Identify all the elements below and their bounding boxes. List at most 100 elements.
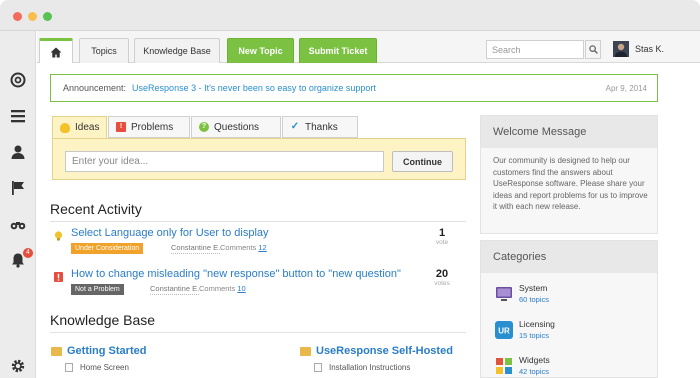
vote-label: vote xyxy=(435,239,449,246)
sidebar-logo[interactable] xyxy=(0,62,36,98)
activity-title-link[interactable]: How to change misleading "new response" … xyxy=(71,268,401,280)
category-count: 15 topics xyxy=(519,331,550,340)
welcome-title: Welcome Message xyxy=(481,116,657,148)
sidebar-users[interactable] xyxy=(0,134,36,170)
kb-article-title: Home Screen xyxy=(80,363,129,372)
knowledge-base-title: Knowledge Base xyxy=(50,312,156,328)
kb-category-link[interactable]: UseResponse Self-Hosted xyxy=(300,345,453,357)
sidebar-settings[interactable] xyxy=(0,348,36,378)
home-icon xyxy=(50,47,62,57)
announcement-date: Apr 9, 2014 xyxy=(605,83,647,93)
comments-number: 12 xyxy=(258,243,267,252)
status-badge[interactable]: Not a Problem xyxy=(71,284,124,295)
folder-icon xyxy=(51,346,62,356)
comments-number: 10 xyxy=(237,284,246,293)
sidebar-notifications[interactable]: 4 xyxy=(0,242,36,278)
vote-count: 20 xyxy=(435,268,449,280)
lightbulb-icon xyxy=(54,231,63,241)
category-count: 42 topics xyxy=(519,367,550,376)
new-topic-button[interactable]: New Topic xyxy=(227,38,294,63)
comments-count[interactable]: Comments 12 xyxy=(220,243,267,253)
vote-counter[interactable]: 20 votes xyxy=(430,268,454,287)
notification-badge: 4 xyxy=(23,248,33,258)
maximize-window-button[interactable] xyxy=(43,12,52,21)
menu-icon xyxy=(11,110,25,123)
category-item[interactable]: UR Licensing 15 topics xyxy=(495,317,655,353)
svg-text:UR: UR xyxy=(498,327,510,336)
announcement-bar: Announcement: UseResponse 3 - It's never… xyxy=(50,74,658,102)
tab-home[interactable] xyxy=(39,38,73,63)
continue-button[interactable]: Continue xyxy=(392,151,453,172)
activity-title-link[interactable]: Select Language only for User to display xyxy=(71,227,269,239)
author-link[interactable]: Constantine E. xyxy=(150,284,200,295)
app-window: 4 Topics Knowledge Base New Topic Submit… xyxy=(0,0,700,378)
tab-knowledge-base[interactable]: Knowledge Base xyxy=(134,38,220,63)
left-sidebar: 4 xyxy=(0,31,36,378)
category-name: Licensing xyxy=(519,319,555,329)
composer-tab-label: Thanks xyxy=(305,121,338,133)
announcement-link[interactable]: UseResponse 3 - It's never been so easy … xyxy=(132,83,376,93)
welcome-panel: Welcome Message Our community is designe… xyxy=(480,115,658,234)
search-input[interactable]: Search xyxy=(486,40,584,59)
document-icon xyxy=(65,363,73,372)
kb-category-name: Getting Started xyxy=(67,345,147,357)
composer-tab-label: Problems xyxy=(131,121,174,133)
search-icon xyxy=(588,45,598,54)
window-titlebar xyxy=(0,0,700,31)
kb-article-link[interactable]: Installation Instructions xyxy=(314,363,410,372)
category-name: Widgets xyxy=(519,355,550,365)
comments-count[interactable]: Comments 10 xyxy=(199,284,246,294)
welcome-text: Our community is designed to help our cu… xyxy=(493,156,648,211)
vote-label: votes xyxy=(434,280,450,287)
author-link[interactable]: Constantine E. xyxy=(171,243,221,254)
sidebar-watch[interactable] xyxy=(0,206,36,242)
username[interactable]: Stas K. xyxy=(635,44,664,54)
sidebar-flags[interactable] xyxy=(0,170,36,206)
composer-tab-ideas[interactable]: Ideas xyxy=(52,116,107,138)
composer-tab-problems[interactable]: ! Problems xyxy=(108,116,190,138)
document-icon xyxy=(314,363,322,372)
flag-icon xyxy=(12,181,24,195)
kb-category-link[interactable]: Getting Started xyxy=(51,345,146,357)
avatar[interactable] xyxy=(613,41,629,57)
category-item[interactable]: Widgets 42 topics xyxy=(495,353,655,378)
status-badge[interactable]: Under Consideration xyxy=(71,243,144,254)
composer-tab-thanks[interactable]: ✓ Thanks xyxy=(282,116,358,138)
activity-item: How to change misleading "new response" … xyxy=(52,268,466,306)
vote-count: 1 xyxy=(438,227,446,239)
composer-tab-label: Ideas xyxy=(75,122,100,133)
category-name: System xyxy=(519,283,548,293)
recent-activity-title: Recent Activity xyxy=(50,201,142,217)
search-button[interactable] xyxy=(585,40,601,59)
kb-article-link[interactable]: Home Screen xyxy=(65,363,129,372)
category-item[interactable]: System 60 topics xyxy=(495,281,655,317)
main-area: Topics Knowledge Base New Topic Submit T… xyxy=(37,31,700,378)
divider xyxy=(50,332,466,333)
idea-input[interactable]: Enter your idea... xyxy=(65,151,384,172)
kb-category-name: UseResponse Self-Hosted xyxy=(316,345,453,357)
categories-title: Categories xyxy=(481,241,657,273)
composer-panel: Enter your idea... Continue xyxy=(52,138,466,180)
divider xyxy=(50,221,466,222)
category-count: 60 topics xyxy=(519,295,550,304)
comments-label: Comments xyxy=(220,243,257,252)
composer-tab-label: Questions xyxy=(214,121,260,133)
minimize-window-button[interactable] xyxy=(28,12,37,21)
exclamation-icon xyxy=(54,272,63,282)
submit-ticket-button[interactable]: Submit Ticket xyxy=(299,38,377,63)
widgets-icon xyxy=(496,358,512,374)
activity-item: Select Language only for User to display… xyxy=(52,227,466,265)
tab-topics[interactable]: Topics xyxy=(79,38,129,63)
logo-icon xyxy=(10,72,26,88)
vote-counter[interactable]: 1 vote xyxy=(430,227,454,246)
sidebar-menu[interactable] xyxy=(0,98,36,134)
binoculars-icon xyxy=(10,222,26,230)
user-icon xyxy=(11,145,25,159)
folder-icon xyxy=(300,346,311,356)
comments-label: Comments xyxy=(199,284,236,293)
kb-article-title: Installation Instructions xyxy=(329,363,411,372)
announcement-label: Announcement: xyxy=(63,83,127,93)
close-window-button[interactable] xyxy=(13,12,22,21)
composer-tab-questions[interactable]: ? Questions xyxy=(191,116,281,138)
monitor-icon xyxy=(496,287,512,301)
